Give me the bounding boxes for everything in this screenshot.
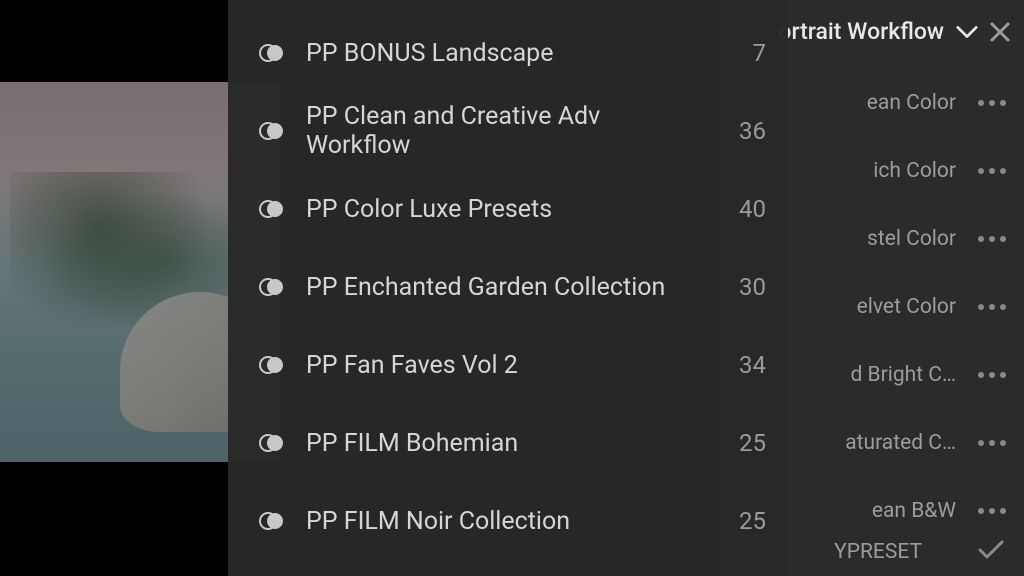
preset-group-icon <box>258 430 284 456</box>
group-name: PP BONUS Landscape <box>306 39 708 68</box>
panel-title: ortrait Workflow <box>778 18 944 45</box>
check-icon[interactable] <box>978 540 1004 560</box>
preset-group-icon <box>258 508 284 534</box>
preset-group-item[interactable]: PP Clean and Creative Adv Workflow 36 <box>228 92 788 170</box>
preset-group-icon <box>258 274 284 300</box>
bottom-row: YPRESET <box>834 540 1004 564</box>
preset-group-icon <box>258 118 284 144</box>
group-name: PP Fan Faves Vol 2 <box>306 351 708 380</box>
more-icon[interactable] <box>978 372 1006 378</box>
more-icon[interactable] <box>978 440 1006 446</box>
group-count: 40 <box>730 195 766 223</box>
more-icon[interactable] <box>978 304 1006 310</box>
bottom-preset-label: YPRESET <box>834 540 922 564</box>
group-name: PP FILM Noir Collection <box>306 507 708 536</box>
group-name: PP Color Luxe Presets <box>306 195 708 224</box>
group-count: 25 <box>730 507 766 535</box>
more-icon[interactable] <box>978 508 1006 514</box>
group-name: PP Clean and Creative Adv Workflow <box>306 102 708 160</box>
more-icon[interactable] <box>978 168 1006 174</box>
group-count: 25 <box>730 429 766 457</box>
preset-group-item[interactable]: PP Color Luxe Presets 40 <box>228 170 788 248</box>
preset-group-icon <box>258 352 284 378</box>
more-icon[interactable] <box>978 236 1006 242</box>
chevron-down-icon[interactable] <box>956 25 978 39</box>
preset-group-item[interactable]: PP FILM Noir Collection 25 <box>228 482 788 560</box>
group-count: 7 <box>730 39 766 67</box>
group-name: PP FILM Bohemian <box>306 429 708 458</box>
preset-groups-popover[interactable]: PP BONUS Landscape 7 PP Clean and Creati… <box>228 0 788 576</box>
preset-group-icon <box>258 196 284 222</box>
preset-group-item[interactable]: PP FILM Bohemian 25 <box>228 404 788 482</box>
preset-group-item[interactable]: PP BONUS Landscape 7 <box>228 14 788 92</box>
group-count: 30 <box>730 273 766 301</box>
close-icon[interactable] <box>990 22 1010 42</box>
group-name: PP Enchanted Garden Collection <box>306 273 708 302</box>
preset-group-item[interactable]: PP Enchanted Garden Collection 30 <box>228 248 788 326</box>
preset-group-item[interactable]: PP Fan Faves Vol 2 34 <box>228 326 788 404</box>
preset-group-icon <box>258 40 284 66</box>
group-count: 36 <box>730 117 766 145</box>
group-count: 34 <box>730 351 766 379</box>
more-icon[interactable] <box>978 100 1006 106</box>
